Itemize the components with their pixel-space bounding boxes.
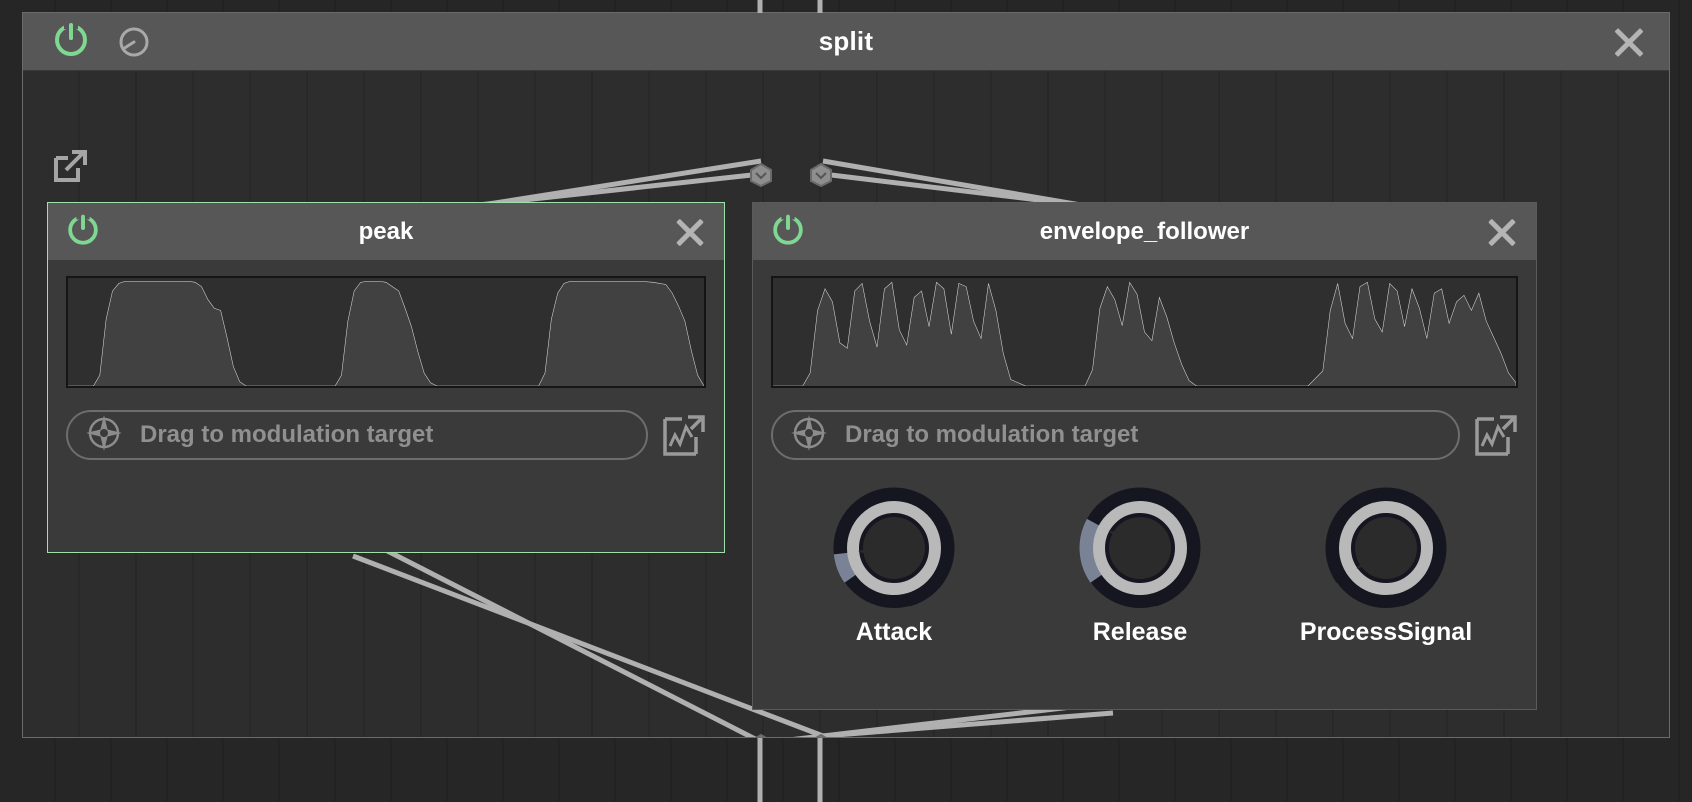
- modulation-graph-icon[interactable]: [662, 413, 706, 457]
- module-envelope-follower-header: envelope_follower: [753, 203, 1536, 260]
- patch-editor-root: split peak Drag to modulation target env…: [0, 0, 1692, 802]
- knob-attack-label: Attack: [855, 618, 933, 646]
- output-port-left[interactable]: [750, 733, 772, 737]
- input-port-left[interactable]: [750, 162, 772, 188]
- peak-scope-waveform: [68, 278, 704, 386]
- knob-release-label: Release: [1092, 618, 1188, 646]
- module-peak-title: peak: [358, 217, 414, 245]
- knob-dial-icon[interactable]: [117, 25, 151, 59]
- knob-processsignal[interactable]: ProcessSignal: [1263, 486, 1509, 647]
- envelope-follower-scope-waveform: [773, 278, 1516, 386]
- knob-release[interactable]: Release: [1017, 486, 1263, 647]
- popout-expand-icon[interactable]: [52, 148, 88, 184]
- peak-scope[interactable]: [66, 276, 706, 388]
- modulation-graph-icon[interactable]: [1474, 413, 1518, 457]
- peak-modulation-row: Drag to modulation target: [66, 410, 706, 460]
- close-icon[interactable]: [1609, 22, 1649, 62]
- envelope-follower-scope[interactable]: [771, 276, 1518, 388]
- split-window-body: peak Drag to modulation target envelope_…: [23, 71, 1669, 737]
- knob-attack[interactable]: Attack: [771, 486, 1017, 647]
- envelope-follower-drag-to-modulation-target[interactable]: Drag to modulation target: [771, 410, 1460, 460]
- module-envelope-follower-title: envelope_follower: [1039, 217, 1250, 245]
- power-icon[interactable]: [64, 210, 102, 253]
- envelope-follower-drag-label: Drag to modulation target: [845, 421, 1139, 448]
- module-peak-body: Drag to modulation target: [48, 260, 724, 460]
- split-window: split peak Drag to modulation target env…: [22, 12, 1670, 738]
- modulation-target-icon: [787, 411, 831, 460]
- knob-attack-dial[interactable]: [832, 486, 956, 610]
- peak-drag-to-modulation-target[interactable]: Drag to modulation target: [66, 410, 648, 460]
- module-peak-header: peak: [48, 203, 724, 260]
- knob-processsignal-label: ProcessSignal: [1299, 618, 1473, 646]
- split-window-title: split: [818, 26, 874, 56]
- close-icon[interactable]: [672, 214, 708, 250]
- peak-drag-label: Drag to modulation target: [140, 421, 434, 448]
- close-icon[interactable]: [1484, 214, 1520, 250]
- envelope-follower-knob-row: Attack Release ProcessSignal: [771, 486, 1518, 647]
- module-envelope-follower-body: Drag to modulation target Attack Release…: [753, 260, 1536, 647]
- input-port-right[interactable]: [810, 162, 832, 188]
- envelope-follower-modulation-row: Drag to modulation target: [771, 410, 1518, 460]
- knob-release-dial[interactable]: [1078, 486, 1202, 610]
- power-icon[interactable]: [51, 19, 91, 64]
- split-window-header: split: [23, 13, 1669, 71]
- power-icon[interactable]: [769, 210, 807, 253]
- output-port-right[interactable]: [810, 733, 832, 737]
- knob-processsignal-dial[interactable]: [1324, 486, 1448, 610]
- module-envelope-follower[interactable]: envelope_follower Drag to modulation tar…: [752, 202, 1537, 710]
- module-peak[interactable]: peak Drag to modulation target: [47, 202, 725, 553]
- modulation-target-icon: [82, 411, 126, 460]
